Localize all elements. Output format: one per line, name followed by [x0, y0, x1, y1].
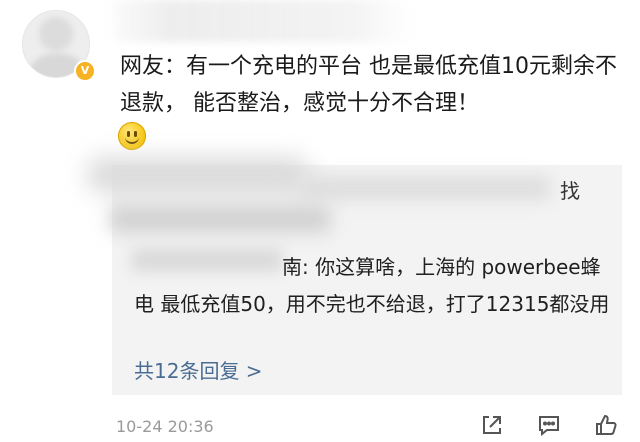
comment-text: 网友：有一个充电的平台 也是最低充值10元剩余不退款， 能否整治，感觉十分不合理…: [120, 54, 617, 116]
smile-emoji-icon: [118, 122, 146, 150]
like-icon[interactable]: [593, 412, 619, 438]
reply-text: 你这算啥，上海的 powerbee蜂电 最低充值50，用不完也不给退，打了123…: [134, 255, 610, 316]
share-icon[interactable]: [479, 412, 505, 438]
reply-fragment: 找: [560, 179, 580, 203]
reply-item: 南: 你这算啥，上海的 powerbee蜂电 最低充值50，用不完也不给退，打了…: [134, 249, 614, 323]
more-replies-link[interactable]: 共12条回复 >: [134, 357, 263, 385]
verified-badge-icon: V: [74, 60, 96, 82]
obscured-reply-author: [88, 158, 308, 192]
obscured-reply-text: [300, 176, 550, 200]
comment-timestamp: 10-24 20:36: [116, 417, 214, 436]
comment-icon[interactable]: [536, 412, 562, 438]
reply-author-suffix: 南:: [282, 255, 316, 279]
obscured-reply-text-line2: [110, 206, 330, 232]
obscured-username: [112, 0, 412, 42]
